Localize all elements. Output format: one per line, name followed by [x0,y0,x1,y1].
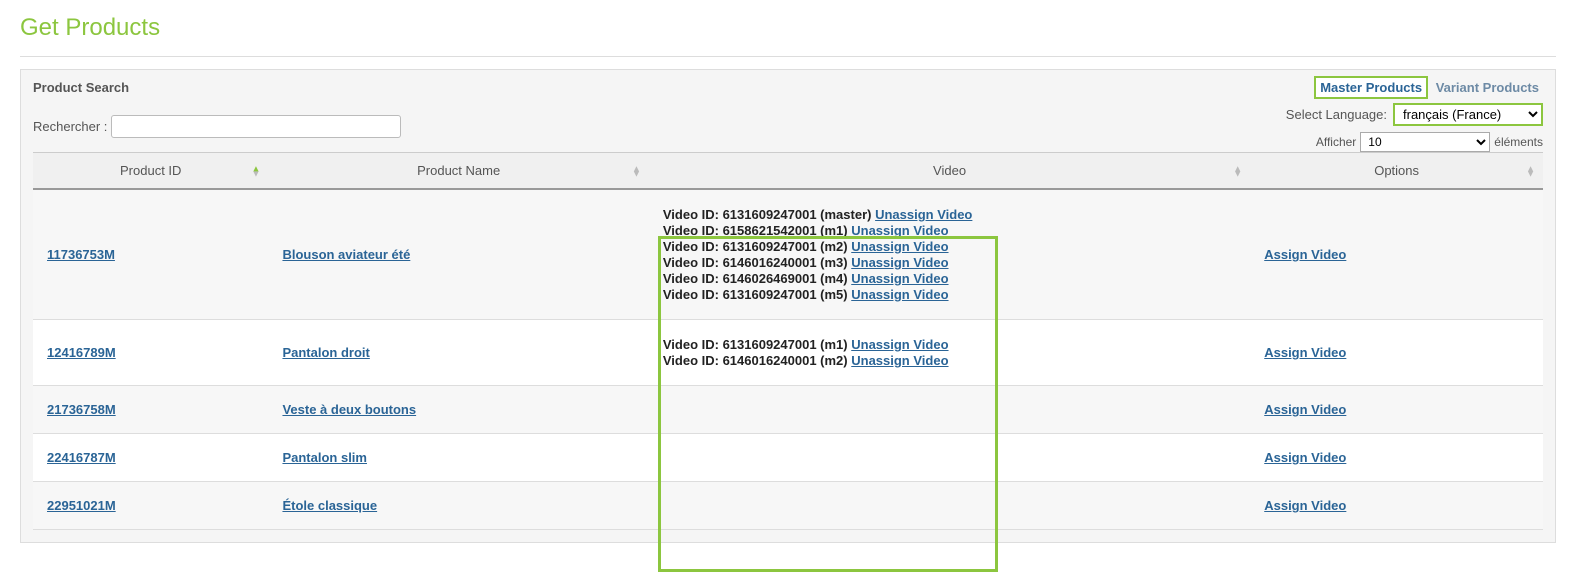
column-header-options-label: Options [1374,163,1419,178]
video-entry: Video ID: 6131609247001 (m1) Unassign Vi… [663,337,1236,352]
unassign-video-link[interactable]: Unassign Video [875,207,972,222]
unassign-video-link[interactable]: Unassign Video [851,223,948,238]
assign-video-link[interactable]: Assign Video [1264,450,1346,465]
divider [20,56,1556,57]
column-header-product-id[interactable]: Product ID ▲▼ [33,153,268,190]
products-table: Product ID ▲▼ Product Name ▲▼ [33,152,1543,530]
table-row: 21736758M Veste à deux boutons Assign Vide… [33,386,1543,434]
video-entry: Video ID: 6131609247001 (m5) Unassign Vi… [663,287,1236,302]
unassign-video-link[interactable]: Unassign Video [851,255,948,270]
assign-video-link[interactable]: Assign Video [1264,247,1346,262]
column-header-product-name-label: Product Name [417,163,500,178]
column-header-video[interactable]: Video ▲▼ [649,153,1250,190]
language-select[interactable]: français (France) [1393,103,1543,126]
table-row: 22951021M Étole classique Assign Video [33,482,1543,530]
tab-master-products[interactable]: Master Products [1314,76,1428,99]
unassign-video-link[interactable]: Unassign Video [851,239,948,254]
column-header-product-id-label: Product ID [120,163,181,178]
product-name-link[interactable]: Blouson aviateur été [282,247,410,262]
search-label: Rechercher : [33,119,107,134]
unassign-video-link[interactable]: Unassign Video [851,353,948,368]
video-entry: Video ID: 6131609247001 (master) Unassig… [663,207,1236,222]
video-entry: Video ID: 6146016240001 (m2) Unassign Vi… [663,353,1236,368]
product-id-link[interactable]: 22951021M [47,498,116,513]
unassign-video-link[interactable]: Unassign Video [851,337,948,352]
show-label: Afficher [1316,135,1356,149]
video-id-text: Video ID: 6131609247001 (master) [663,207,875,222]
product-id-link[interactable]: 21736758M [47,402,116,417]
assign-video-link[interactable]: Assign Video [1264,345,1346,360]
sort-icon: ▲▼ [1526,165,1535,176]
product-id-link[interactable]: 22416787M [47,450,116,465]
video-id-text: Video ID: 6158621542001 (m1) [663,223,851,238]
table-row: 22416787M Pantalon slim Assign Video [33,434,1543,482]
top-right-controls: Master Products Variant Products Select … [1286,76,1543,152]
sort-icon: ▲▼ [252,165,261,176]
sort-icon: ▲▼ [1233,165,1242,176]
video-id-text: Video ID: 6131609247001 (m5) [663,287,851,302]
search-input[interactable] [111,115,401,138]
product-search-panel: Product Search Master Products Variant P… [20,69,1556,543]
video-id-text: Video ID: 6131609247001 (m1) [663,337,851,352]
sort-icon: ▲▼ [632,165,641,176]
tab-variant-products[interactable]: Variant Products [1432,78,1543,97]
product-name-link[interactable]: Pantalon droit [282,345,369,360]
entries-label: éléments [1494,135,1543,149]
column-header-video-label: Video [933,163,966,178]
product-name-link[interactable]: Étole classique [282,498,377,513]
video-entry: Video ID: 6158621542001 (m1) Unassign Vi… [663,223,1236,238]
video-id-text: Video ID: 6146016240001 (m3) [663,255,851,270]
table-row: 11736753M Blouson aviateur été Video ID: 6… [33,189,1543,320]
video-id-text: Video ID: 6131609247001 (m2) [663,239,851,254]
unassign-video-link[interactable]: Unassign Video [851,287,948,302]
page-title: Get Products [20,14,1556,42]
column-header-options[interactable]: Options ▲▼ [1250,153,1543,190]
language-label: Select Language: [1286,107,1387,122]
assign-video-link[interactable]: Assign Video [1264,498,1346,513]
entries-select[interactable]: 10 [1360,132,1490,152]
product-id-link[interactable]: 11736753M [47,247,115,262]
table-row: 12416789M Pantalon droit Video ID: 6131609… [33,320,1543,386]
video-entry: Video ID: 6146016240001 (m3) Unassign Vi… [663,255,1236,270]
column-header-product-name[interactable]: Product Name ▲▼ [268,153,648,190]
video-id-text: Video ID: 6146026469001 (m4) [663,271,851,286]
video-id-text: Video ID: 6146016240001 (m2) [663,353,851,368]
assign-video-link[interactable]: Assign Video [1264,402,1346,417]
product-name-link[interactable]: Pantalon slim [282,450,367,465]
video-entry: Video ID: 6146026469001 (m4) Unassign Vi… [663,271,1236,286]
product-name-link[interactable]: Veste à deux boutons [282,402,416,417]
video-entry: Video ID: 6131609247001 (m2) Unassign Vi… [663,239,1236,254]
product-id-link[interactable]: 12416789M [47,345,116,360]
unassign-video-link[interactable]: Unassign Video [851,271,948,286]
